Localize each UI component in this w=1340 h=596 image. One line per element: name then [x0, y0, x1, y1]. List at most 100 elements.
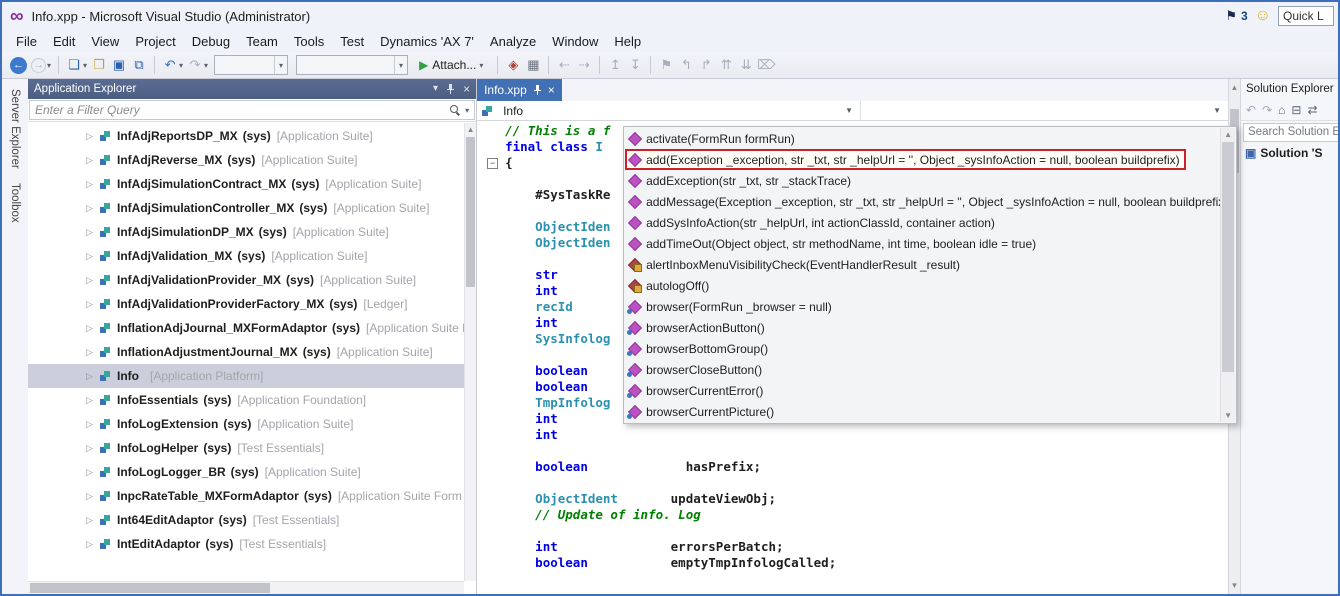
tree-item[interactable]: ▷ InpcRateTable_MXFormAdaptor (sys) [App… [28, 484, 476, 508]
search-icon[interactable] [450, 105, 461, 116]
navigate-forward-icon[interactable]: → [31, 58, 46, 73]
scroll-down-icon[interactable]: ▼ [1229, 579, 1240, 592]
expand-arrow-icon[interactable]: ▷ [86, 155, 99, 166]
menu-item[interactable]: View [83, 32, 127, 51]
tree-item[interactable]: ▷ InfAdjValidationProviderFactory_MX (sy… [28, 292, 476, 316]
new-file-icon[interactable]: ❏ [64, 55, 84, 75]
scroll-up-icon[interactable]: ▲ [1221, 128, 1235, 141]
completion-item[interactable]: browserActionButton() [625, 317, 1220, 338]
toggle-bookmark-icon[interactable]: ⚑ [656, 55, 676, 75]
expand-arrow-icon[interactable]: ▷ [86, 539, 99, 550]
tree-item[interactable]: ▷ InfoLogExtension (sys) [Application Su… [28, 412, 476, 436]
expand-arrow-icon[interactable]: ▷ [86, 323, 99, 334]
completion-item[interactable]: browserCurrentError() [625, 380, 1220, 401]
expand-arrow-icon[interactable]: ▷ [86, 275, 99, 286]
dropdown-caret-icon[interactable]: ▾ [83, 61, 87, 70]
close-icon[interactable]: × [548, 84, 555, 96]
sync-icon[interactable]: ⇄ [1307, 103, 1317, 117]
chevron-down-icon[interactable]: ▾ [465, 106, 469, 115]
expand-arrow-icon[interactable]: ▷ [86, 251, 99, 262]
application-tree[interactable]: ▷ InfAdjReportsDP_MX (sys) [Application … [28, 122, 476, 594]
completion-item[interactable]: addException(str _txt, str _stackTrace) [625, 170, 1220, 191]
completion-item[interactable]: addTimeOut(Object object, str methodName… [625, 233, 1220, 254]
member-dropdown[interactable]: ▼ [861, 101, 1228, 120]
tree-item[interactable]: ▷ InflationAdjJournal_MXFormAdaptor (sys… [28, 316, 476, 340]
navigate-forward-icon[interactable]: ↷ [1262, 103, 1272, 117]
dropdown-caret-icon[interactable]: ▾ [204, 61, 208, 70]
menu-item[interactable]: Team [238, 32, 286, 51]
chevron-down-icon[interactable]: ▼ [845, 106, 856, 115]
next-bookmark-icon[interactable]: ↱ [696, 55, 716, 75]
completion-item[interactable]: browser(FormRun _browser = null) [625, 296, 1220, 317]
menu-item[interactable]: Help [606, 32, 649, 51]
shift-right-icon[interactable]: ⇢ [574, 55, 594, 75]
solution-configurations-dropdown[interactable]: ▾ [214, 55, 288, 75]
expand-arrow-icon[interactable]: ▷ [86, 395, 99, 406]
tab-info-xpp[interactable]: Info.xpp × [477, 79, 562, 101]
undo-icon[interactable]: ↶ [160, 55, 180, 75]
expand-arrow-icon[interactable]: ▷ [86, 515, 99, 526]
process-icon[interactable]: ◈ [503, 55, 523, 75]
completion-item[interactable]: activate(FormRun formRun) [625, 128, 1220, 149]
save-all-icon[interactable]: ⧉ [129, 55, 149, 75]
menu-item[interactable]: File [8, 32, 45, 51]
prev-bookmark-folder-icon[interactable]: ⇈ [716, 55, 736, 75]
type-dropdown[interactable]: Info ▼ [477, 101, 861, 120]
menu-item[interactable]: Project [127, 32, 183, 51]
completion-item[interactable]: addSysInfoAction(str _helpUrl, int actio… [625, 212, 1220, 233]
menu-item[interactable]: Analyze [482, 32, 544, 51]
expand-arrow-icon[interactable]: ▷ [86, 347, 99, 358]
scrollbar-thumb[interactable] [1222, 142, 1234, 372]
expand-arrow-icon[interactable]: ▷ [86, 467, 99, 478]
side-tab-toolbox[interactable]: Toolbox [9, 183, 21, 223]
tree-item[interactable]: ▷ InfoLogHelper (sys) [Test Essentials] [28, 436, 476, 460]
expand-arrow-icon[interactable]: ▷ [86, 419, 99, 430]
window-position-icon[interactable]: ▾ [433, 84, 438, 94]
solution-search-input[interactable] [1243, 123, 1338, 142]
scroll-up-icon[interactable]: ▲ [1229, 81, 1240, 94]
redo-icon[interactable]: ↷ [185, 55, 205, 75]
save-icon[interactable]: ▣ [109, 55, 129, 75]
expand-arrow-icon[interactable]: ▷ [86, 443, 99, 454]
expand-arrow-icon[interactable]: ▷ [86, 131, 99, 142]
shift-left-icon[interactable]: ⇠ [554, 55, 574, 75]
next-member-icon[interactable]: ↧ [625, 55, 645, 75]
tree-item[interactable]: ▷ Info [Application Platform] [28, 364, 476, 388]
tree-item[interactable]: ▷ InflationAdjustmentJournal_MX (sys) [A… [28, 340, 476, 364]
solution-root-item[interactable]: ▣ Solution 'S [1241, 143, 1338, 163]
dropdown-caret-icon[interactable]: ▾ [47, 61, 51, 70]
menu-item[interactable]: Window [544, 32, 606, 51]
scroll-down-icon[interactable]: ▼ [1221, 409, 1235, 422]
scrollbar-thumb[interactable] [466, 137, 475, 287]
menu-item[interactable]: Tools [286, 32, 332, 51]
prev-member-icon[interactable]: ↥ [605, 55, 625, 75]
scrollbar-thumb[interactable] [30, 583, 270, 593]
completion-item[interactable]: browserCurrentPicture() [625, 401, 1220, 422]
tree-item[interactable]: ▷ InfAdjReverse_MX (sys) [Application Su… [28, 148, 476, 172]
completion-item[interactable]: add(Exception _exception, str _txt, str … [625, 149, 1186, 170]
pin-icon[interactable] [446, 84, 455, 94]
expand-arrow-icon[interactable]: ▷ [86, 491, 99, 502]
tree-item[interactable]: ▷ InfoEssentials (sys) [Application Foun… [28, 388, 476, 412]
tree-item[interactable]: ▷ InfAdjSimulationController_MX (sys) [A… [28, 196, 476, 220]
completion-item[interactable]: alertInboxMenuVisibilityCheck(EventHandl… [625, 254, 1220, 275]
tree-item[interactable]: ▷ InfAdjReportsDP_MX (sys) [Application … [28, 124, 476, 148]
menu-item[interactable]: Test [332, 32, 372, 51]
expand-arrow-icon[interactable]: ▷ [86, 227, 99, 238]
expand-arrow-icon[interactable]: ▷ [86, 179, 99, 190]
clear-bookmarks-icon[interactable]: ⌦ [756, 55, 776, 75]
menu-item[interactable]: Debug [184, 32, 238, 51]
completion-item[interactable]: browserBottomGroup() [625, 338, 1220, 359]
tree-item[interactable]: ▷ InfAdjSimulationDP_MX (sys) [Applicati… [28, 220, 476, 244]
open-file-icon[interactable]: ❐ [89, 55, 109, 75]
expand-arrow-icon[interactable]: ▷ [86, 371, 99, 382]
tree-item[interactable]: ▷ InfAdjSimulationContract_MX (sys) [App… [28, 172, 476, 196]
completion-item[interactable]: addMessage(Exception _exception, str _tx… [625, 191, 1220, 212]
notifications-flag-icon[interactable]: ⚑ [1225, 8, 1237, 24]
navigate-back-icon[interactable]: ← [10, 57, 27, 74]
completion-item[interactable]: browserCloseButton() [625, 359, 1220, 380]
prev-bookmark-icon[interactable]: ↰ [676, 55, 696, 75]
navigate-back-icon[interactable]: ↶ [1246, 103, 1256, 117]
expand-arrow-icon[interactable]: ▷ [86, 203, 99, 214]
close-icon[interactable]: × [463, 83, 470, 95]
